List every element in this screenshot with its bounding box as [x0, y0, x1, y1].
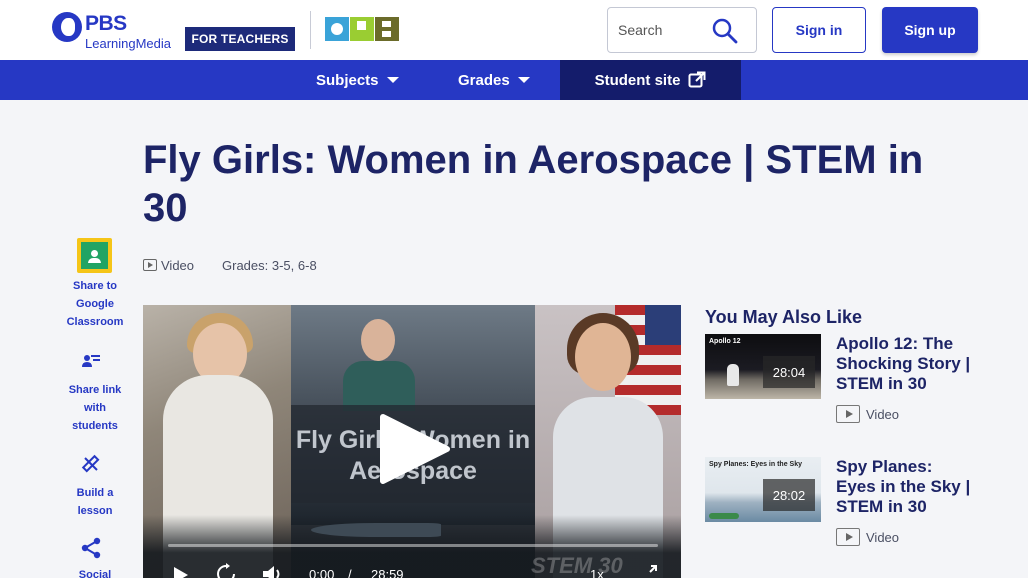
google-classroom-icon[interactable]	[77, 238, 112, 273]
social-share-icon[interactable]	[80, 537, 102, 559]
fullscreen-icon[interactable]	[643, 565, 657, 578]
pbs-head-icon	[52, 12, 82, 42]
share-link-with-students[interactable]: Share link with students	[62, 381, 128, 435]
sign-up-button[interactable]: Sign up	[882, 7, 978, 53]
recommendation-card[interactable]: Spy Planes: Eyes in the Sky 28:02 Spy Pl…	[705, 457, 985, 557]
playback-speed[interactable]: 1x	[590, 567, 604, 578]
video-type-icon	[143, 259, 157, 271]
brand-name: PBS	[85, 12, 127, 35]
chevron-down-icon	[517, 77, 530, 83]
main-nav: Subjects Grades Student site	[0, 60, 1028, 100]
video-plane-graphic	[311, 523, 441, 537]
time-separator: /	[348, 567, 352, 578]
chevron-down-icon	[386, 77, 399, 83]
nav-grades-label: Grades	[458, 71, 510, 89]
recommendation-type-label: Video	[866, 406, 900, 422]
stem-in-30-watermark: STEM 30	[531, 553, 623, 578]
recommendation-type-label: Video	[866, 529, 900, 545]
recommendation-title[interactable]: Apollo 12: The Shocking Story | STEM in …	[836, 334, 976, 394]
video-duration-badge: 28:04	[763, 356, 815, 388]
play-small-icon[interactable]	[171, 565, 191, 578]
nav-subjects-label: Subjects	[316, 71, 379, 89]
build-lesson-icon[interactable]	[80, 453, 102, 475]
replay-icon[interactable]	[215, 563, 237, 578]
video-progress-bar[interactable]	[168, 544, 658, 547]
video-type-icon	[836, 405, 860, 423]
thumbnail-caption: Spy Planes: Eyes in the Sky	[709, 461, 802, 468]
brand-subtitle: LearningMedia	[85, 36, 172, 51]
for-teachers-badge: FOR TEACHERS	[185, 27, 295, 51]
external-link-icon	[688, 71, 706, 88]
recommendation-type: Video	[836, 528, 899, 546]
nav-subjects[interactable]: Subjects	[316, 60, 399, 100]
nav-student-site-label: Student site	[594, 71, 681, 89]
sign-in-button[interactable]: Sign in	[772, 7, 866, 53]
build-a-lesson[interactable]: Build a lesson	[62, 484, 128, 520]
volume-icon[interactable]	[261, 563, 285, 578]
search-input[interactable]	[618, 18, 708, 42]
opb-logo[interactable]	[325, 17, 399, 43]
current-time: 0:00	[309, 567, 335, 578]
share-link-icon[interactable]	[80, 352, 102, 374]
recommendation-thumbnail[interactable]: Apollo 12 28:04	[705, 334, 821, 399]
play-icon[interactable]	[379, 413, 451, 485]
recommendation-type: Video	[836, 405, 899, 423]
nav-student-site[interactable]: Student site	[560, 60, 741, 100]
thumbnail-caption: Apollo 12	[709, 338, 741, 345]
recommendation-thumbnail[interactable]: Spy Planes: Eyes in the Sky 28:02	[705, 457, 821, 522]
video-type-icon	[836, 528, 860, 546]
search-box	[607, 7, 757, 53]
media-type: Video	[161, 257, 195, 273]
recommendation-title[interactable]: Spy Planes: Eyes in the Sky | STEM in 30	[836, 457, 976, 517]
search-icon[interactable]	[711, 17, 739, 45]
video-player[interactable]: Fly Girls: Women in Aerospace STEM 30 0:…	[143, 305, 681, 578]
share-google-classroom-link[interactable]: Share to Google Classroom	[62, 277, 128, 331]
header-divider	[310, 11, 311, 49]
social-share[interactable]: Social	[62, 566, 128, 578]
video-duration: 28:59	[371, 567, 404, 578]
recommendation-card[interactable]: Apollo 12 28:04 Apollo 12: The Shocking …	[705, 334, 985, 434]
page-title: Fly Girls: Women in Aerospace | STEM in …	[143, 138, 924, 230]
resource-meta: Video Grades: 3-5, 6-8	[143, 256, 317, 274]
video-duration-badge: 28:02	[763, 479, 815, 511]
grade-levels: Grades: 3-5, 6-8	[222, 257, 317, 273]
site-header: PBS LearningMedia FOR TEACHERS Sign in S…	[0, 0, 1028, 60]
recommendations-heading: You May Also Like	[705, 307, 863, 327]
nav-grades[interactable]: Grades	[458, 60, 530, 100]
